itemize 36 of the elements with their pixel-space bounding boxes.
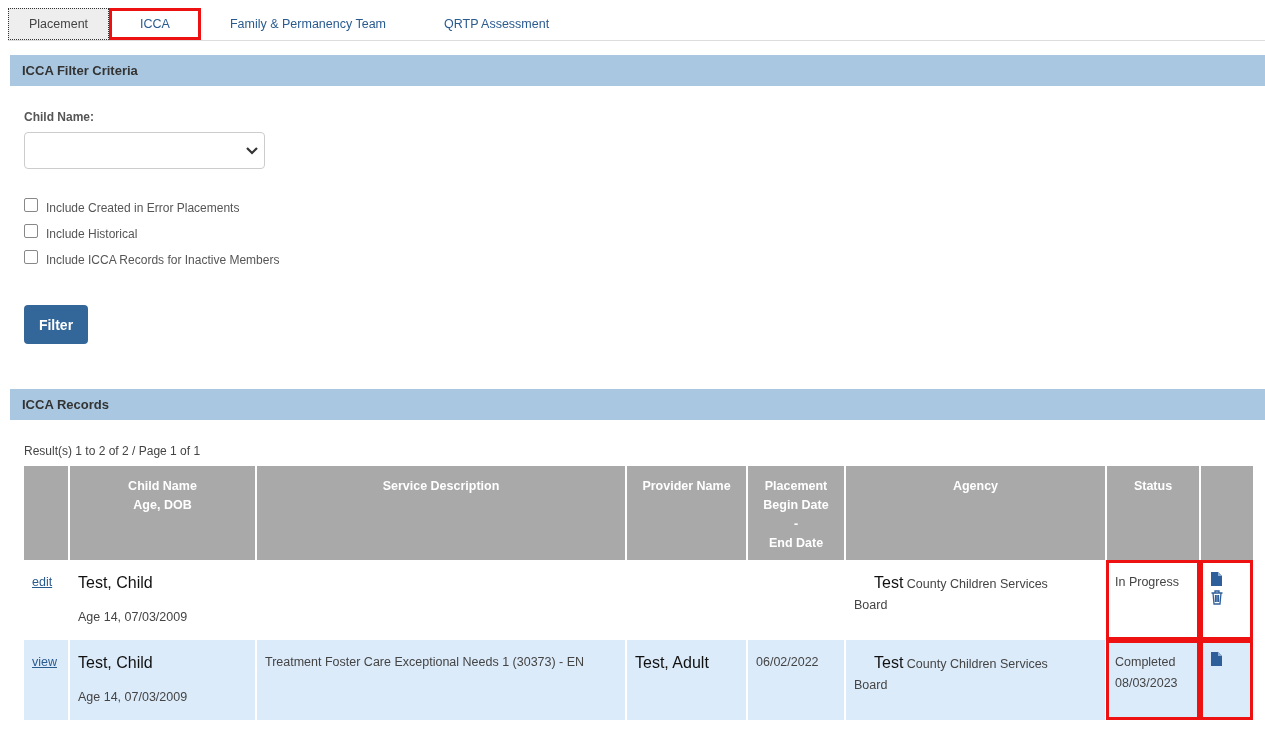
document-icon[interactable]: [1211, 572, 1222, 586]
agency-name: Test County Children Services Board: [854, 657, 1048, 692]
status-text: Completed 08/03/2023: [1115, 654, 1179, 692]
child-name: Test, Child: [78, 573, 154, 593]
document-icon[interactable]: [1211, 652, 1222, 666]
filter-button[interactable]: Filter: [24, 305, 88, 344]
checkbox-label: Include ICCA Records for Inactive Members: [46, 253, 280, 267]
age-dob: Age 14, 07/03/2009: [78, 609, 189, 626]
section-header: ICCA Records: [10, 389, 1265, 420]
row-link[interactable]: edit: [32, 575, 53, 589]
field-label: Child Name:: [24, 110, 95, 124]
row-link[interactable]: view: [32, 655, 57, 669]
checkbox-label: Include Historical: [46, 227, 138, 241]
child-name: Test, Child: [78, 653, 154, 673]
agency-name: Test County Children Services Board: [854, 577, 1048, 612]
service-description: Treatment Foster Care Exceptional Needs 1 (30373) - EN: [265, 655, 585, 669]
checkbox[interactable]: [24, 198, 38, 212]
status-text: In Progress: [1115, 574, 1179, 591]
trash-icon[interactable]: [1211, 590, 1223, 605]
column-header: Placement Begin Date - End Date: [747, 466, 845, 560]
results-summary: Result(s) 1 to 2 of 2 / Page 1 of 1: [24, 444, 202, 458]
chevron-down-icon: [246, 146, 258, 155]
age-dob: Age 14, 07/03/2009: [78, 689, 189, 706]
section-header: ICCA Filter Criteria: [10, 55, 1265, 86]
checkbox[interactable]: [24, 250, 38, 264]
column-header: Service Description: [256, 466, 626, 560]
tab[interactable]: Placement: [8, 8, 110, 40]
provider-name: Test, Adult: [635, 653, 710, 673]
tab[interactable]: ICCA: [109, 8, 201, 40]
column-header: Child Name Age, DOB: [69, 466, 256, 560]
column-header: Status: [1106, 466, 1200, 560]
checkbox[interactable]: [24, 224, 38, 238]
column-header: Provider Name: [626, 466, 747, 560]
begin-date: 06/02/2022: [756, 655, 819, 669]
column-header: Agency: [845, 466, 1106, 560]
checkbox-label: Include Created in Error Placements: [46, 201, 240, 215]
